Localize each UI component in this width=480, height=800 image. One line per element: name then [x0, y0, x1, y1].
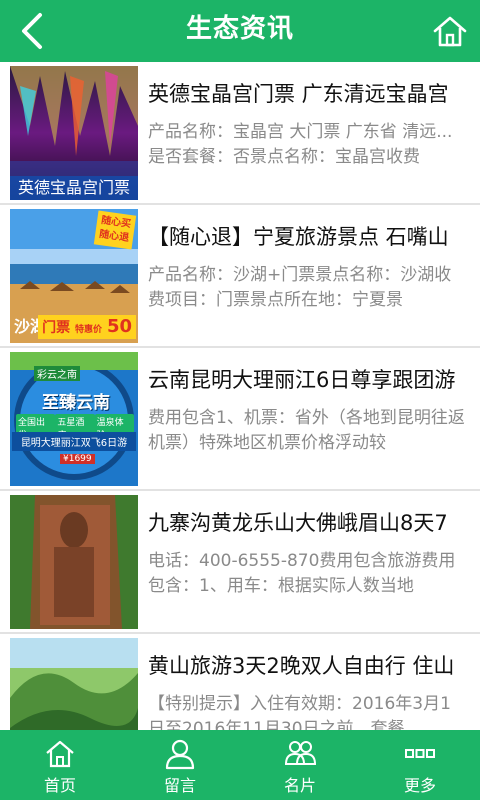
- tab-card[interactable]: 名片: [240, 730, 360, 800]
- promo-sticker: 随心买随心退: [93, 210, 137, 250]
- bottom-tab-bar: 首页 留言 名片 更多: [0, 730, 480, 800]
- item-thumbnail: [10, 638, 138, 730]
- price-badge: 门票 特惠价 50: [38, 315, 136, 339]
- top-bar: 生态资讯: [0, 0, 480, 62]
- poster-price: ¥1699: [60, 454, 95, 464]
- home-icon: [46, 740, 74, 768]
- item-thumbnail: 英德宝晶宫门票: [10, 66, 138, 200]
- poster-title: 至臻云南: [42, 393, 110, 413]
- page-title: 生态资讯: [185, 14, 294, 44]
- badge-prefix: 门票: [42, 320, 71, 336]
- list-item[interactable]: 黄山旅游3天2晚双人自由行 住山 【特别提示】入住有效期：2016年3月1日至2…: [0, 634, 480, 730]
- item-description: 产品名称：宝晶宫 大门票 广东省 清远...是否套餐：否景点名称：宝晶宫收费: [148, 122, 453, 167]
- item-title: 【随心退】宁夏旅游景点 石嘴山: [148, 225, 449, 249]
- buddha-cliff-image: [10, 495, 138, 629]
- thumb-caption: 英德宝晶宫门票: [10, 176, 138, 200]
- item-title: 黄山旅游3天2晚双人自由行 住山: [148, 654, 455, 678]
- item-title: 云南昆明大理丽江6日尊享跟团游: [148, 368, 456, 392]
- item-thumbnail: 随心买随心退 沙湖 门票 特惠价 50: [10, 209, 138, 343]
- home-button[interactable]: [428, 10, 472, 52]
- user-icon: [165, 739, 195, 770]
- mountain-image: [10, 638, 138, 730]
- home-icon: [433, 16, 467, 47]
- item-description: 电话：400-6555-870费用包含旅游费用包含：1、用车：根据实际人数当地: [148, 551, 456, 596]
- list-item[interactable]: 随心买随心退 沙湖 门票 特惠价 50 【随心退】宁夏旅游景点 石嘴山 产品名称…: [0, 205, 480, 348]
- contacts-icon: [284, 741, 316, 765]
- list-item[interactable]: 英德宝晶宫门票 英德宝晶宫门票 广东清远宝晶宫 产品名称：宝晶宫 大门票 广东省…: [0, 62, 480, 205]
- item-thumbnail: [10, 495, 138, 629]
- item-title: 英德宝晶宫门票 广东清远宝晶宫: [148, 82, 449, 106]
- news-list: 英德宝晶宫门票 英德宝晶宫门票 广东清远宝晶宫 产品名称：宝晶宫 大门票 广东省…: [0, 62, 480, 730]
- poster-route: 昆明大理丽江双飞6日游: [12, 432, 136, 451]
- badge-price: 50: [106, 316, 132, 337]
- more-grid-icon: [405, 749, 435, 758]
- list-item[interactable]: 彩云之南 至臻云南 全国出发 五星酒店 温泉体验 昆明大理丽江双飞6日游 ¥16…: [0, 348, 480, 491]
- tab-more[interactable]: 更多: [360, 730, 480, 800]
- badge-note: 特惠价: [75, 325, 103, 335]
- item-title: 九寨沟黄龙乐山大佛峨眉山8天7: [148, 511, 448, 535]
- poster-tag: 彩云之南: [34, 366, 80, 381]
- tab-label: 更多: [403, 776, 436, 795]
- item-description: 产品名称：沙湖+门票景点名称：沙湖收费项目：门票景点所在地：宁夏景: [148, 265, 452, 310]
- tab-label: 名片: [283, 776, 316, 795]
- item-thumbnail: 彩云之南 至臻云南 全国出发 五星酒店 温泉体验 昆明大理丽江双飞6日游 ¥16…: [10, 352, 138, 486]
- tab-message[interactable]: 留言: [120, 730, 240, 800]
- item-description: 费用包含1、机票：省外（各地到昆明往返机票）特殊地区机票价格浮动较: [148, 408, 465, 453]
- tab-home[interactable]: 首页: [0, 730, 120, 800]
- tab-label: 留言: [163, 776, 196, 795]
- tab-label: 首页: [43, 776, 76, 795]
- list-item[interactable]: 九寨沟黄龙乐山大佛峨眉山8天7 电话：400-6555-870费用包含旅游费用包…: [0, 491, 480, 634]
- item-description: 【特别提示】入住有效期：2016年3月1日至2016年11月30日之前，套餐: [148, 694, 451, 730]
